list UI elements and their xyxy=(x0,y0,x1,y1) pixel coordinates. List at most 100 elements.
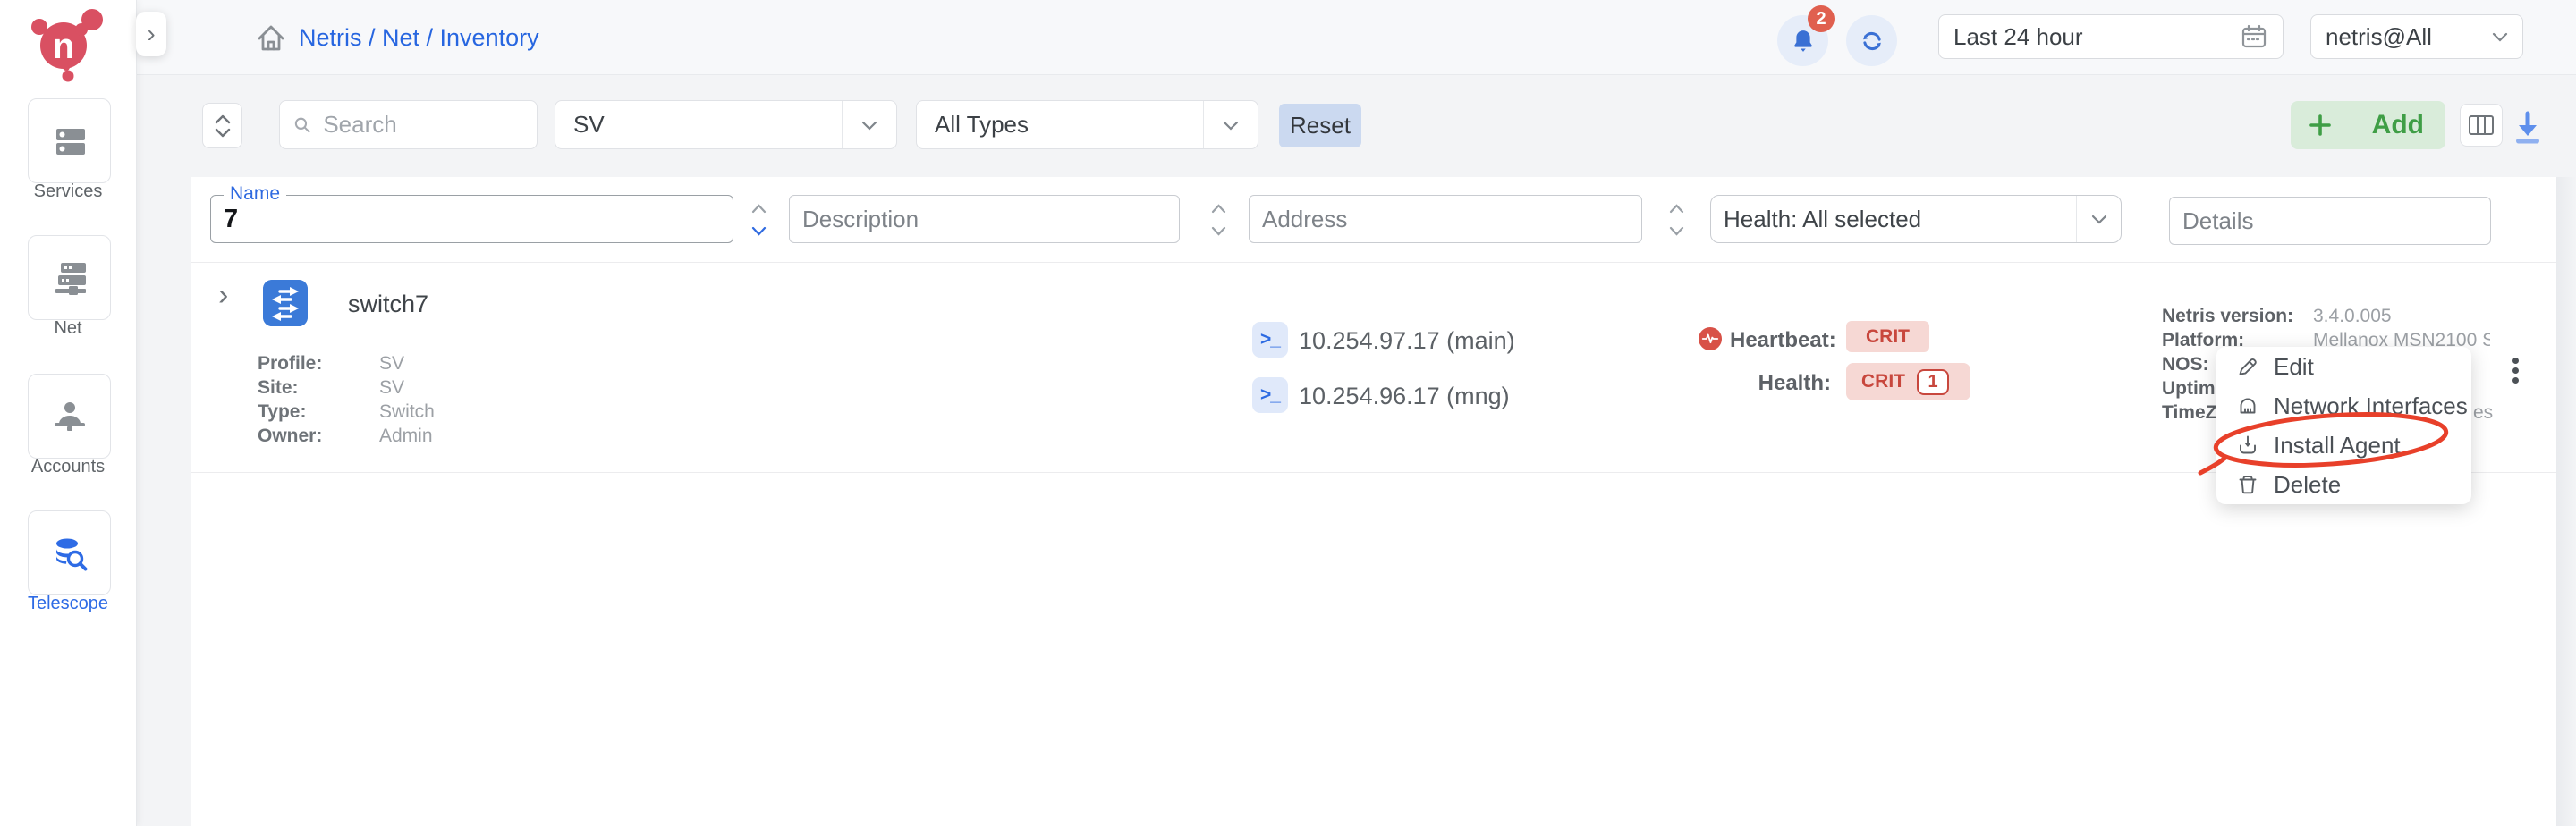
row-expand-chevron[interactable]: › xyxy=(218,280,228,310)
pencil-icon xyxy=(2236,355,2259,378)
sort-up-icon xyxy=(1211,203,1226,214)
row-divider xyxy=(191,472,2556,473)
profile-label: Profile: xyxy=(258,353,322,375)
sidebar-item-services[interactable] xyxy=(28,98,111,183)
bell-icon xyxy=(1790,28,1817,55)
inventory-table xyxy=(191,177,2556,826)
health-filter-select[interactable]: Health: All selected xyxy=(1710,195,2122,243)
download-icon[interactable] xyxy=(2508,107,2547,147)
heartbeat-status-badge: CRIT xyxy=(1846,321,1929,352)
columns-icon xyxy=(2468,114,2495,137)
description-sort-control[interactable] xyxy=(1206,203,1231,237)
sort-down-icon xyxy=(1669,226,1684,237)
site-filter-select[interactable]: SV xyxy=(555,100,897,149)
services-icon xyxy=(50,122,89,161)
chevron-down-icon xyxy=(2492,31,2508,42)
add-button[interactable]: Add xyxy=(2291,101,2445,149)
address-main: 10.254.97.17 (main) xyxy=(1299,327,1515,355)
site-filter-value: SV xyxy=(573,111,605,139)
network-port-icon xyxy=(2236,394,2259,417)
name-filter-input[interactable]: 7 xyxy=(210,195,733,243)
netris-logo[interactable]: n xyxy=(30,7,106,84)
nos-label: NOS: xyxy=(2162,354,2209,375)
health-status-badge: CRIT 1 xyxy=(1846,363,1970,400)
expand-collapse-all-button[interactable] xyxy=(202,103,242,148)
menu-item-edit[interactable]: Edit xyxy=(2216,347,2471,386)
details-placeholder: Details xyxy=(2182,207,2253,235)
refresh-button[interactable] xyxy=(1846,15,1897,66)
health-status-text: CRIT xyxy=(1861,371,1905,392)
health-count-badge: 1 xyxy=(1917,369,1949,395)
row-actions-menu-button[interactable] xyxy=(2511,356,2521,385)
sidebar-item-telescope-label: Telescope xyxy=(0,594,136,614)
chevron-down-icon xyxy=(2091,214,2107,224)
type-filter-select[interactable]: All Types xyxy=(916,100,1258,149)
site-value: SV xyxy=(379,377,404,399)
breadcrumb[interactable]: Netris / Net / Inventory xyxy=(299,24,539,52)
refresh-icon xyxy=(1859,28,1885,55)
menu-item-label: Install Agent xyxy=(2274,432,2401,459)
chevron-down-icon xyxy=(1223,120,1239,131)
select-cap xyxy=(1203,101,1258,148)
terminal-icon[interactable]: >_ xyxy=(1252,322,1288,358)
sort-up-icon xyxy=(1669,203,1684,214)
time-range-value: Last 24 hour xyxy=(1953,23,2083,51)
profile-value: SV xyxy=(379,353,404,375)
search-field[interactable] xyxy=(321,110,524,139)
device-name: switch7 xyxy=(348,291,428,318)
menu-item-label: Edit xyxy=(2274,353,2314,381)
sidebar-collapse-button[interactable]: › xyxy=(136,12,166,56)
health-label: Health: xyxy=(1730,371,1831,396)
calendar-icon xyxy=(2240,22,2268,51)
chevron-right-icon: › xyxy=(147,20,155,48)
home-icon[interactable] xyxy=(253,21,289,56)
terminal-icon[interactable]: >_ xyxy=(1252,377,1288,413)
install-agent-icon xyxy=(2236,434,2259,457)
address-placeholder: Address xyxy=(1262,206,1347,233)
netris-version-value: 3.4.0.005 xyxy=(2313,306,2392,327)
switch-icon xyxy=(263,280,308,326)
timezone-value-fragment: es xyxy=(2473,402,2493,424)
sidebar-item-telescope[interactable] xyxy=(28,510,111,595)
heartbeat-icon xyxy=(1699,327,1722,350)
accounts-icon xyxy=(50,397,89,436)
sidebar-item-services-label: Services xyxy=(0,181,136,202)
menu-item-delete[interactable]: Delete xyxy=(2216,465,2471,504)
address-sort-control[interactable] xyxy=(1664,203,1689,237)
time-range-picker[interactable]: Last 24 hour xyxy=(1938,14,2284,59)
netris-version-label: Netris version: xyxy=(2162,306,2293,327)
menu-item-network-interfaces[interactable]: Network Interfaces xyxy=(2216,386,2471,426)
details-filter-input[interactable]: Details xyxy=(2169,197,2491,245)
address-filter-input[interactable]: Address xyxy=(1249,195,1642,243)
menu-item-label: Network Interfaces xyxy=(2274,392,2468,420)
type-value: Switch xyxy=(379,401,435,423)
up-down-chevrons-icon xyxy=(213,113,233,139)
tenant-select[interactable]: netris@All xyxy=(2310,14,2523,59)
owner-value: Admin xyxy=(379,426,433,447)
type-label: Type: xyxy=(258,401,306,423)
column-settings-button[interactable] xyxy=(2460,104,2503,147)
description-filter-input[interactable]: Description xyxy=(789,195,1180,243)
net-icon xyxy=(50,258,89,298)
search-input[interactable] xyxy=(279,100,538,149)
sidebar-item-accounts-label: Accounts xyxy=(0,457,136,477)
vertical-scrollbar[interactable] xyxy=(2556,177,2576,826)
sidebar-item-net[interactable] xyxy=(28,235,111,320)
name-column-label: Name xyxy=(224,183,286,205)
notification-badge: 2 xyxy=(1808,5,1835,32)
sidebar-item-accounts[interactable] xyxy=(28,374,111,459)
header-divider xyxy=(191,262,2556,263)
heartbeat-label: Heartbeat: xyxy=(1730,328,1836,353)
owner-label: Owner: xyxy=(258,426,322,447)
type-filter-value: All Types xyxy=(935,111,1029,139)
reset-button[interactable]: Reset xyxy=(1279,104,1361,148)
menu-item-install-agent[interactable]: Install Agent xyxy=(2216,426,2471,465)
select-cap xyxy=(842,101,896,148)
site-label: Site: xyxy=(258,377,299,399)
chevron-down-icon xyxy=(861,120,877,131)
add-button-label: Add xyxy=(2372,110,2424,140)
sidebar: n Services Net Accounts xyxy=(0,0,137,826)
name-filter-value: 7 xyxy=(224,205,238,234)
address-mng: 10.254.96.17 (mng) xyxy=(1299,383,1510,410)
name-sort-control[interactable] xyxy=(746,203,771,237)
